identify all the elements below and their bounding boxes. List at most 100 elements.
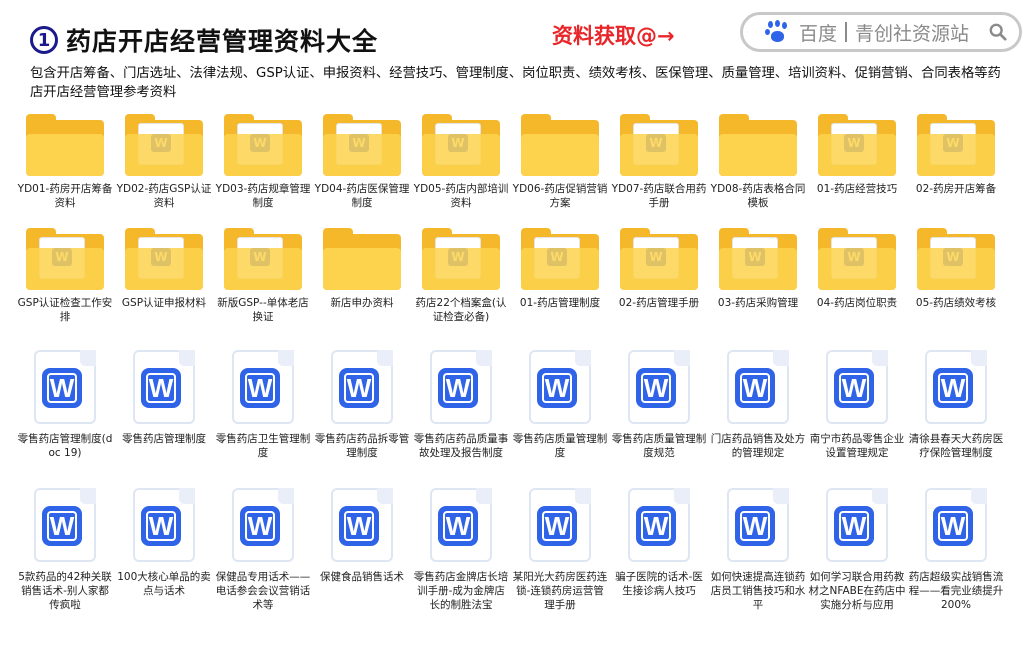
- document-label: 保健食品销售话术: [320, 571, 404, 583]
- search-box[interactable]: 百度 青创社资源站: [740, 12, 1022, 52]
- document-label: 零售药店质量管理制度: [512, 433, 608, 459]
- document-label: 门店药品销售及处方的管理规定: [710, 433, 806, 459]
- word-doc-icon: W: [232, 350, 294, 424]
- document-item[interactable]: W 5款药品的42种关联销售话术-别人家都传疯啦: [16, 488, 114, 612]
- search-icon[interactable]: [989, 23, 1007, 41]
- title-block: 1 药店开店经营管理资料大全: [30, 22, 378, 58]
- folder-item[interactable]: YD06-药店促销营销方案: [511, 112, 609, 210]
- folder-item[interactable]: W GSP认证检查工作安排: [16, 226, 114, 324]
- folder-item[interactable]: W 05-药店绩效考核: [907, 226, 1005, 310]
- folder-label: 02-药房开店筹备: [915, 183, 997, 195]
- word-doc-icon: W: [430, 350, 492, 424]
- document-item[interactable]: W 骗子医院的话术-医生接诊病人技巧: [610, 488, 708, 598]
- document-item[interactable]: W 清徐县春天大药房医疗保险管理制度: [907, 350, 1005, 460]
- word-doc-icon: W: [331, 350, 393, 424]
- document-label: 保健品专用话术——电话参会会议营销话术等: [215, 571, 311, 611]
- document-label: 如何快速提高连锁药店员工销售技巧和水平: [710, 571, 806, 611]
- document-item[interactable]: W 门店药品销售及处方的管理规定: [709, 350, 807, 460]
- search-divider: [845, 22, 848, 42]
- folder-label: GSP认证检查工作安排: [17, 297, 113, 323]
- folder-label: 药店22个档案盒(认证检查必备): [415, 297, 507, 323]
- document-label: 某阳光大药房医药连锁-连锁药房运营管理手册: [512, 571, 608, 611]
- document-item[interactable]: W 保健品专用话术——电话参会会议营销话术等: [214, 488, 312, 612]
- folder-item[interactable]: W YD05-药店内部培训资料: [412, 112, 510, 210]
- document-label: 骗子医院的话术-医生接诊病人技巧: [615, 571, 703, 597]
- document-item[interactable]: W 100大核心单品的卖点与话术: [115, 488, 213, 598]
- folder-item[interactable]: W 新版GSP--单体老店换证: [214, 226, 312, 324]
- folder-item[interactable]: W YD07-药店联合用药手册: [610, 112, 708, 210]
- folder-icon: W: [620, 112, 698, 178]
- document-item[interactable]: W 零售药店质量管理制度规范: [610, 350, 708, 460]
- document-item[interactable]: W 保健食品销售话术: [313, 488, 411, 584]
- document-item[interactable]: W 某阳光大药房医药连锁-连锁药房运营管理手册: [511, 488, 609, 612]
- folder-icon: W: [620, 226, 698, 292]
- folder-item[interactable]: W 01-药店经营技巧: [808, 112, 906, 196]
- word-doc-icon: W: [727, 350, 789, 424]
- folder-label: YD03-药店规章管理制度: [215, 183, 311, 209]
- document-item[interactable]: W 如何快速提高连锁药店员工销售技巧和水平: [709, 488, 807, 612]
- folder-icon: W: [917, 112, 995, 178]
- folder-label: 01-药店经营技巧: [816, 183, 898, 195]
- folder-item[interactable]: W 01-药店管理制度: [511, 226, 609, 310]
- document-item[interactable]: W 零售药店药品拆零管理制度: [313, 350, 411, 460]
- document-item[interactable]: W 如何学习联合用药教材之NFABE在药店中实施分析与应用: [808, 488, 906, 612]
- document-label: 清徐县春天大药房医疗保险管理制度: [908, 433, 1004, 459]
- document-label: 药店超级实战销售流程——看完业绩提升200%: [908, 571, 1004, 611]
- folder-item[interactable]: W 03-药店采购管理: [709, 226, 807, 310]
- folder-icon: [26, 112, 104, 178]
- folder-item[interactable]: YD01-药房开店筹备资料: [16, 112, 114, 210]
- folder-label: 03-药店采购管理: [717, 297, 799, 309]
- folder-item[interactable]: W 02-药房开店筹备: [907, 112, 1005, 196]
- document-item[interactable]: W 零售药店药品质量事故处理及报告制度: [412, 350, 510, 460]
- folder-icon: W: [818, 112, 896, 178]
- word-doc-icon: W: [628, 350, 690, 424]
- folder-item[interactable]: W 02-药店管理手册: [610, 226, 708, 310]
- folder-item[interactable]: W YD02-药店GSP认证资料: [115, 112, 213, 210]
- folder-icon: [719, 112, 797, 178]
- circled-number: 1: [30, 26, 58, 54]
- folder-icon: W: [521, 226, 599, 292]
- word-doc-icon: W: [133, 488, 195, 562]
- document-label: 零售药店金牌店长培训手册-成为金牌店长的制胜法宝: [413, 571, 509, 611]
- folder-icon: W: [26, 226, 104, 292]
- folder-label: YD08-药店表格合同模板: [710, 183, 806, 209]
- promo-text: 资料获取@→: [552, 24, 675, 48]
- document-item[interactable]: W 药店超级实战销售流程——看完业绩提升200%: [907, 488, 1005, 612]
- document-item[interactable]: W 零售药店管理制度: [115, 350, 213, 446]
- folder-icon: W: [224, 112, 302, 178]
- document-item[interactable]: W 零售药店管理制度(doc 19): [16, 350, 114, 460]
- word-doc-icon: W: [232, 488, 294, 562]
- folder-icon: [323, 226, 401, 292]
- document-item[interactable]: W 南宁市药品零售企业设置管理规定: [808, 350, 906, 460]
- folder-item[interactable]: W YD03-药店规章管理制度: [214, 112, 312, 210]
- folder-item[interactable]: W YD04-药店医保管理制度: [313, 112, 411, 210]
- document-item[interactable]: W 零售药店卫生管理制度: [214, 350, 312, 460]
- folder-label: YD05-药店内部培训资料: [413, 183, 509, 209]
- header: 1 药店开店经营管理资料大全 资料获取@→ 百度 青创社资源站 包含开店筹备、门…: [0, 0, 1024, 100]
- folder-icon: W: [224, 226, 302, 292]
- folder-item[interactable]: W 04-药店岗位职责: [808, 226, 906, 310]
- folder-icon: W: [125, 226, 203, 292]
- folder-item[interactable]: YD08-药店表格合同模板: [709, 112, 807, 210]
- search-engine-label: 百度: [799, 22, 838, 45]
- folder-icon: W: [719, 226, 797, 292]
- folder-icon: W: [422, 226, 500, 292]
- document-item[interactable]: W 零售药店质量管理制度: [511, 350, 609, 460]
- folder-item[interactable]: 新店申办资料: [313, 226, 411, 310]
- folder-icon: W: [323, 112, 401, 178]
- folder-label: 01-药店管理制度: [519, 297, 601, 309]
- folder-item[interactable]: W 药店22个档案盒(认证检查必备): [412, 226, 510, 324]
- document-label: 零售药店卫生管理制度: [215, 433, 311, 459]
- search-query[interactable]: 青创社资源站: [855, 19, 969, 46]
- document-label: 南宁市药品零售企业设置管理规定: [809, 433, 905, 459]
- word-doc-icon: W: [34, 488, 96, 562]
- document-label: 零售药店质量管理制度规范: [611, 433, 707, 459]
- document-label: 100大核心单品的卖点与话术: [117, 571, 211, 597]
- folder-icon: W: [125, 112, 203, 178]
- word-doc-icon: W: [529, 350, 591, 424]
- document-item[interactable]: W 零售药店金牌店长培训手册-成为金牌店长的制胜法宝: [412, 488, 510, 612]
- word-doc-icon: W: [925, 488, 987, 562]
- word-doc-icon: W: [133, 350, 195, 424]
- folder-item[interactable]: W GSP认证申报材料: [115, 226, 213, 310]
- folder-label: YD04-药店医保管理制度: [314, 183, 410, 209]
